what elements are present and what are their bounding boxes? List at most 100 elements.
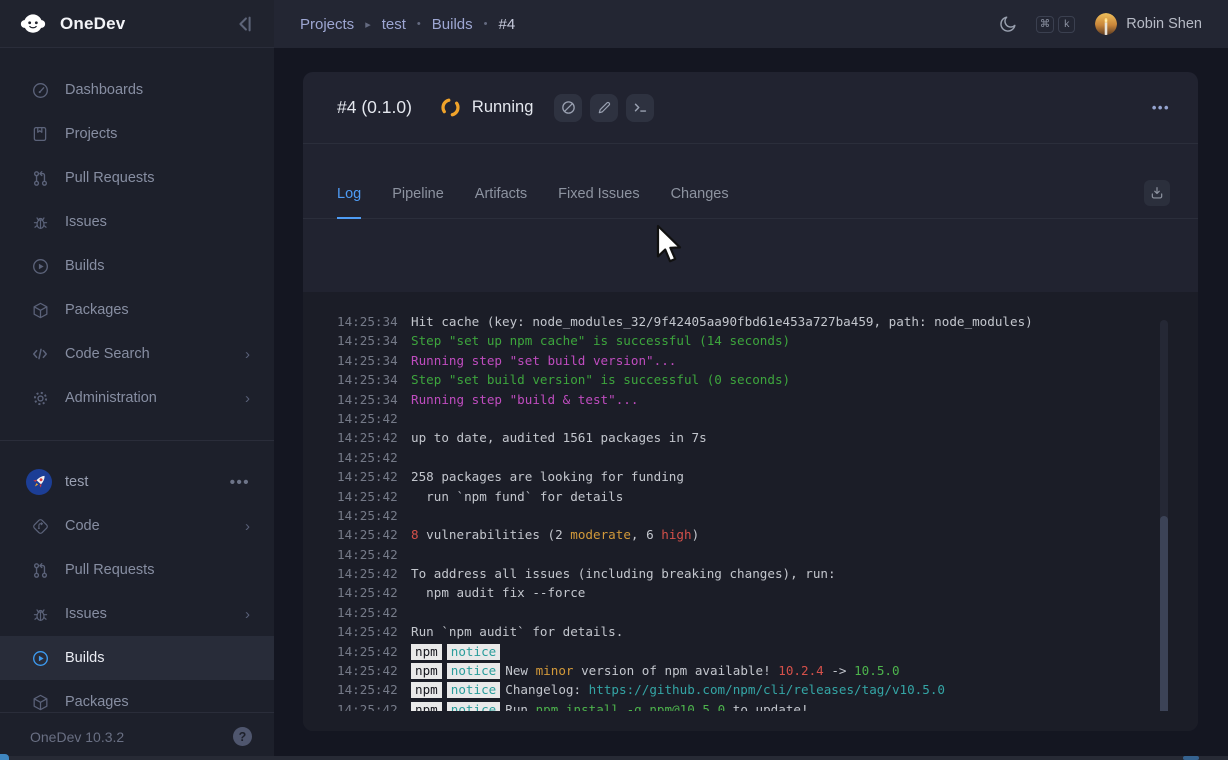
- log-text: Running step "set build version"...: [411, 353, 676, 368]
- play-circle-icon: [30, 256, 50, 276]
- sidebar-item-dashboards[interactable]: Dashboards: [0, 68, 274, 112]
- log-line: 14:25:42: [333, 409, 1168, 428]
- log-text: Run: [505, 702, 535, 711]
- log-text: ->: [824, 663, 854, 678]
- project-menu-ellipsis-icon[interactable]: •••: [230, 474, 250, 491]
- log-text: Run `npm audit` for details.: [411, 624, 623, 639]
- package-icon: [30, 692, 50, 712]
- breadcrumb-projects[interactable]: Projects: [300, 16, 354, 33]
- avatar: [1095, 13, 1117, 35]
- gauge-icon: [30, 80, 50, 100]
- log-timestamp: 14:25:42: [337, 525, 398, 544]
- topbar: Projects▸test•Builds•#4 ⌘ k: [274, 0, 1228, 48]
- log-timestamp: 14:25:34: [337, 390, 398, 409]
- bottom-right-accent: [1183, 756, 1199, 760]
- sidebar-item-pull-requests[interactable]: Pull Requests: [0, 156, 274, 200]
- sidebar-item-packages[interactable]: Packages: [0, 288, 274, 332]
- chevron-right-icon: ›: [245, 519, 250, 534]
- chevron-right-icon: ›: [245, 391, 250, 406]
- project-item-builds[interactable]: Builds: [0, 636, 274, 680]
- log-text: Changelog:: [505, 682, 588, 697]
- tab-artifacts[interactable]: Artifacts: [475, 186, 527, 219]
- log-timestamp: 14:25:42: [337, 467, 398, 486]
- log-text: high: [661, 527, 691, 542]
- sidebar-item-label: Code: [65, 518, 100, 534]
- status-badge: Running: [472, 98, 533, 117]
- project-name: test: [65, 474, 88, 490]
- log-text: minor: [536, 663, 574, 678]
- log-timestamp: 14:25:42: [337, 661, 398, 680]
- sidebar-item-label: Packages: [65, 694, 129, 710]
- log-timestamp: 14:25:42: [337, 603, 398, 622]
- tab-changes[interactable]: Changes: [671, 186, 729, 219]
- npm-badge: npm: [411, 702, 442, 711]
- breadcrumb-arrow-icon: ▸: [365, 18, 371, 31]
- log-timestamp: 14:25:42: [337, 564, 398, 583]
- log-line: 14:25:34Step "set build version" is succ…: [333, 370, 1168, 389]
- sidebar-item-code-search[interactable]: Code Search›: [0, 332, 274, 376]
- log-text: npm install -g npm@10.5.0: [536, 702, 726, 711]
- package-icon: [30, 300, 50, 320]
- sidebar-project-test[interactable]: test •••: [0, 460, 274, 504]
- tab-fixed-issues[interactable]: Fixed Issues: [558, 186, 639, 219]
- topbar-right: ⌘ k Robin Shen: [998, 13, 1202, 35]
- chevron-right-icon: ›: [245, 607, 250, 622]
- log-text[interactable]: https://github.com/npm/cli/releases/tag/…: [589, 682, 945, 697]
- bottom-edge: [0, 756, 1228, 760]
- log-line: 14:25:42: [333, 545, 1168, 564]
- build-more-ellipsis-icon[interactable]: •••: [1152, 100, 1170, 115]
- code-search-icon: [30, 344, 50, 364]
- log-text: Running step "build & test"...: [411, 392, 638, 407]
- sidebar-item-label: Code Search: [65, 346, 150, 362]
- log-text: vulnerabilities (2: [419, 527, 571, 542]
- log-line: 14:25:34Running step "set build version"…: [333, 351, 1168, 370]
- cancel-build-button[interactable]: [554, 94, 582, 122]
- log-text: 10.5.0: [854, 663, 900, 678]
- log-scrollbar-track[interactable]: [1160, 320, 1168, 711]
- sidebar-item-label: Builds: [65, 650, 105, 666]
- user-menu[interactable]: Robin Shen: [1095, 13, 1202, 35]
- download-log-button[interactable]: [1144, 180, 1170, 206]
- sidebar-item-label: Packages: [65, 302, 129, 318]
- breadcrumb-builds[interactable]: Builds: [432, 16, 473, 33]
- pull-request-icon: [30, 560, 50, 580]
- log-viewport[interactable]: 14:25:34Hit cache (key: node_modules_32/…: [333, 316, 1168, 711]
- sidebar-header: OneDev: [0, 0, 274, 48]
- log-line: 14:25:42: [333, 603, 1168, 622]
- sidebar-item-projects[interactable]: Projects: [0, 112, 274, 156]
- project-item-pull-requests[interactable]: Pull Requests: [0, 548, 274, 592]
- project-item-packages[interactable]: Packages: [0, 680, 274, 712]
- sidebar-item-label: Issues: [65, 214, 107, 230]
- tab-log[interactable]: Log: [337, 186, 361, 219]
- build-card: #4 (0.1.0) Running •: [303, 72, 1198, 731]
- sidebar-item-administration[interactable]: Administration›: [0, 376, 274, 420]
- pull-request-icon: [30, 168, 50, 188]
- log-line: 14:25:42 To address all issues (including…: [333, 564, 1168, 583]
- log-line: 14:25:42: [333, 506, 1168, 525]
- sidebar-item-issues[interactable]: Issues: [0, 200, 274, 244]
- project-item-issues[interactable]: Issues›: [0, 592, 274, 636]
- tab-pipeline[interactable]: Pipeline: [392, 186, 444, 219]
- notice-badge: notice: [447, 644, 501, 660]
- breadcrumb-dot-icon: •: [417, 18, 421, 30]
- sidebar-item-builds[interactable]: Builds: [0, 244, 274, 288]
- breadcrumb-test[interactable]: test: [382, 16, 406, 33]
- sidebar-collapse-icon[interactable]: [234, 13, 256, 35]
- log-line: 14:25:42up to date, audited 1561 package…: [333, 428, 1168, 447]
- project-item-code[interactable]: Code ›: [0, 504, 274, 548]
- log-text: To address all issues (including breakin…: [411, 566, 836, 581]
- notice-badge: notice: [447, 702, 501, 711]
- help-icon[interactable]: ?: [233, 727, 252, 746]
- dark-mode-moon-icon[interactable]: [998, 14, 1018, 34]
- log-scrollbar-thumb[interactable]: [1160, 516, 1168, 711]
- log-line: 14:25:34Hit cache (key: node_modules_32/…: [333, 316, 1168, 331]
- edit-build-button[interactable]: [590, 94, 618, 122]
- breadcrumb-dot-icon: •: [484, 18, 488, 30]
- log-text: ): [692, 527, 700, 542]
- npm-badge: npm: [411, 663, 442, 679]
- terminal-button[interactable]: [626, 94, 654, 122]
- sidebar-item-label: Dashboards: [65, 82, 143, 98]
- k-key-badge: k: [1058, 16, 1075, 33]
- log-line: 14:25:42npmnoticeNew minor version of np…: [333, 661, 1168, 680]
- sidebar-divider: [0, 440, 274, 441]
